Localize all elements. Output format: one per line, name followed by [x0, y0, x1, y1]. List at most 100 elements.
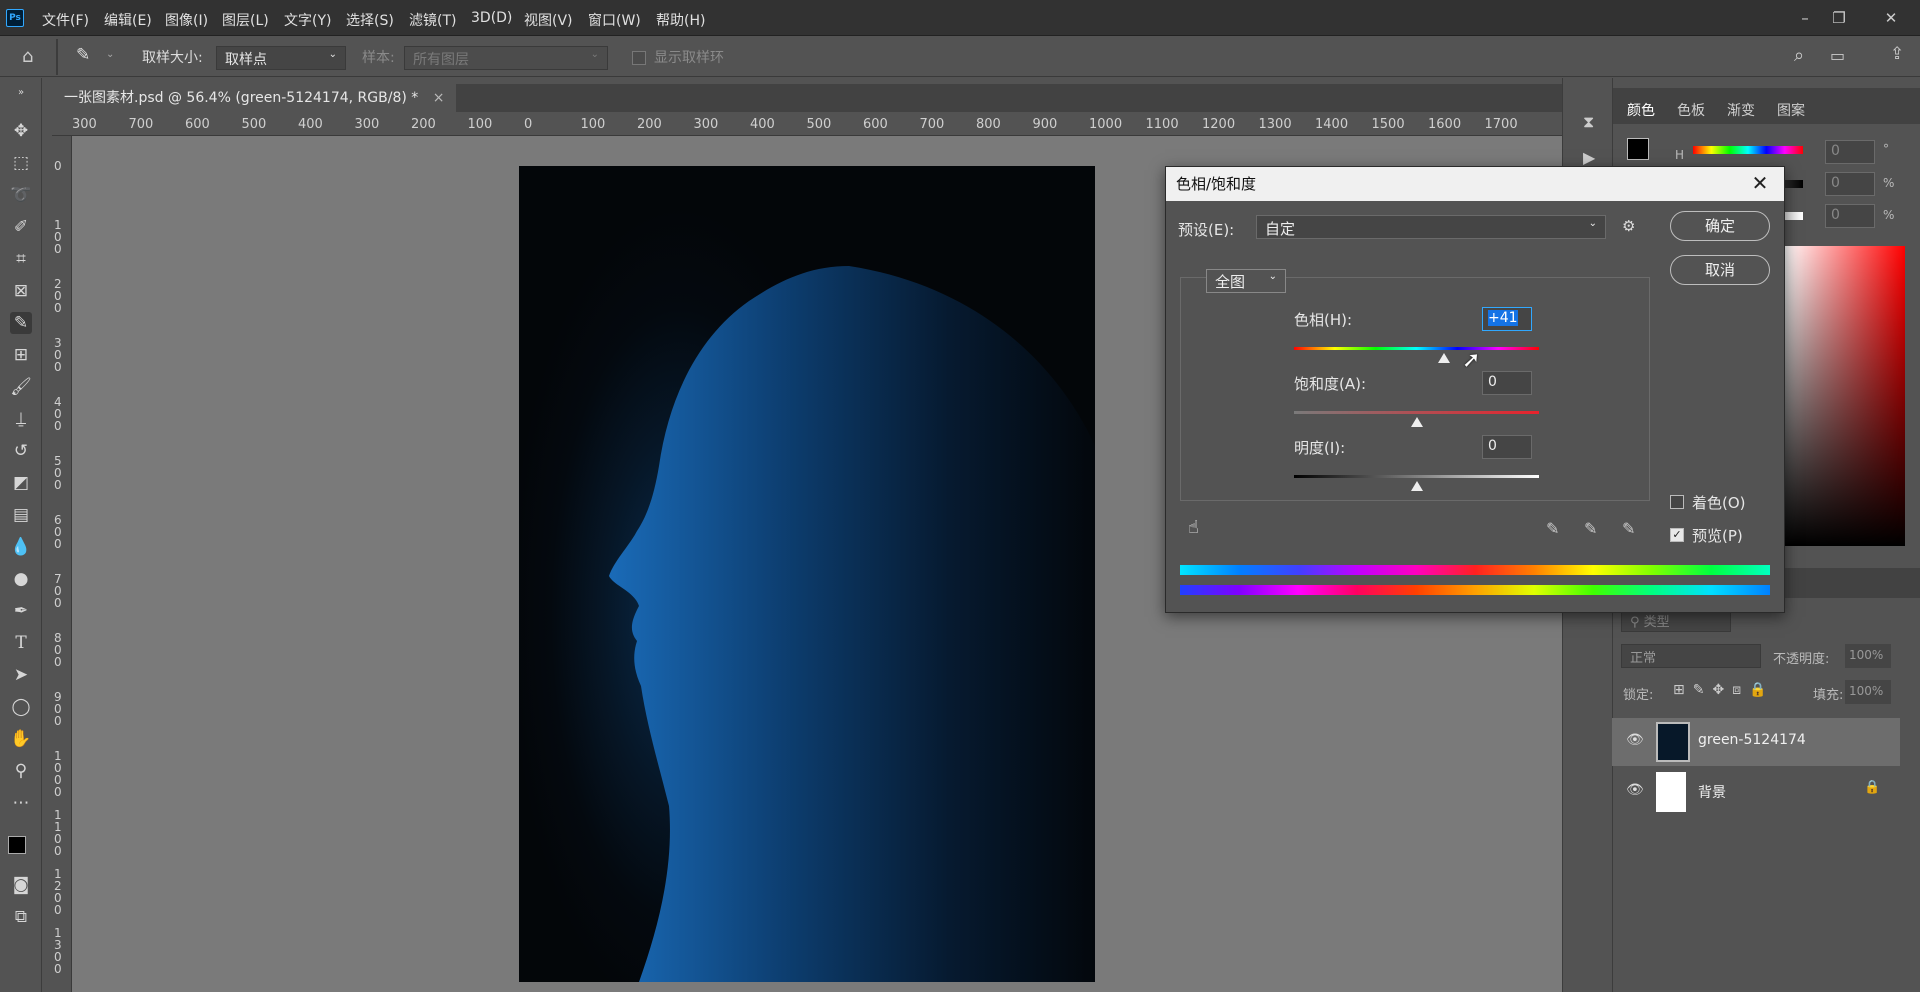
tab-close-icon[interactable]: × — [433, 90, 445, 106]
tab-gradients[interactable]: 渐变 — [1727, 100, 1755, 120]
restore-icon[interactable]: ❐ — [1822, 6, 1856, 30]
saturation-slider-thumb[interactable] — [1410, 417, 1423, 427]
saturation-input[interactable]: 0 — [1482, 371, 1532, 395]
visibility-eye-icon[interactable]: 👁 — [1626, 782, 1644, 798]
menu-window[interactable]: 窗口(W) — [588, 10, 641, 30]
lightness-slider-thumb[interactable] — [1410, 481, 1423, 491]
history-panel-icon[interactable]: ⧗ — [1583, 112, 1594, 132]
saturation-slider-track[interactable] — [1294, 411, 1539, 414]
opacity-input[interactable]: 100% — [1845, 644, 1891, 668]
show-ring-label: 显示取样环 — [654, 50, 724, 66]
share-icon[interactable]: ⇪ — [1890, 44, 1904, 64]
color-field[interactable] — [1785, 246, 1905, 546]
type-tool-icon[interactable]: T — [10, 632, 32, 654]
b-value[interactable]: 0 — [1825, 204, 1875, 228]
menu-layer[interactable]: 图层(L) — [222, 10, 269, 30]
collapse-arrows-icon[interactable]: » — [10, 82, 32, 104]
eyedropper-tool-icon[interactable]: ✎ — [76, 45, 104, 69]
preset-value: 自定 — [1265, 220, 1296, 238]
ellipse-tool-icon[interactable]: ◯ — [10, 696, 32, 718]
dialog-close-icon[interactable]: ✕ — [1748, 171, 1772, 195]
colorize-checkbox[interactable] — [1670, 495, 1684, 509]
eyedropper-minus-icon[interactable]: ✎ — [1622, 519, 1635, 538]
eraser-tool-icon[interactable]: ◩ — [10, 472, 32, 494]
preview-checkbox[interactable]: ✓ — [1670, 528, 1684, 542]
layer-row-background[interactable]: 👁 背景 🔒 — [1612, 768, 1900, 816]
fg-swatch[interactable] — [1627, 138, 1649, 160]
menu-filter[interactable]: 滤镜(T) — [409, 10, 456, 30]
lightness-input[interactable]: 0 — [1482, 435, 1532, 459]
frame-tool-icon[interactable]: ⊠ — [10, 280, 32, 302]
blend-mode-select[interactable]: 正常 — [1621, 644, 1761, 668]
healing-tool-icon[interactable]: ⊞ — [10, 344, 32, 366]
screen-mode-icon[interactable]: ⧉ — [10, 906, 32, 928]
preset-select[interactable]: 自定 ⌄ — [1256, 215, 1606, 239]
h-value[interactable]: 0 — [1825, 140, 1875, 164]
sample-size-select[interactable]: 取样点 ⌄ — [216, 46, 346, 70]
lasso-tool-icon[interactable]: ➰ — [10, 184, 32, 206]
ruler-tick-label: 1200 — [1202, 117, 1236, 132]
zoom-tool-icon[interactable]: ⚲ — [10, 760, 32, 782]
hue-input[interactable]: +41 — [1482, 307, 1532, 331]
document-tab[interactable]: 一张图素材.psd @ 56.4% (green-5124174, RGB/8)… — [52, 84, 457, 112]
hue-slider-track[interactable] — [1294, 347, 1539, 350]
document-image[interactable] — [519, 166, 1095, 982]
lightness-slider-track[interactable] — [1294, 475, 1539, 478]
quick-select-tool-icon[interactable]: ✐ — [10, 216, 32, 238]
opacity-label: 不透明度: — [1773, 652, 1830, 667]
ruler-tick-label: 100 — [580, 117, 606, 132]
document-title: 一张图素材.psd @ 56.4% (green-5124174, RGB/8)… — [64, 90, 419, 106]
lock-icons[interactable]: ⊞✎✥⧈🔒 — [1673, 682, 1775, 698]
targeted-adjust-hand-icon[interactable]: ☝ — [1188, 517, 1199, 538]
eyedropper-tool-icon[interactable]: ✎ — [10, 312, 32, 334]
vertical-ruler: 0 100 200 300 400 500 600 700 800 900 1000 1100 1200… — [52, 136, 72, 992]
marquee-tool-icon[interactable]: ⬚ — [10, 152, 32, 174]
more-tools-icon[interactable]: ⋯ — [10, 792, 32, 814]
hue-bar[interactable] — [1693, 146, 1803, 154]
menu-help[interactable]: 帮助(H) — [656, 10, 705, 30]
hand-tool-icon[interactable]: ✋ — [10, 728, 32, 750]
home-icon[interactable]: ⌂ — [22, 46, 46, 68]
search-icon[interactable]: ⌕ — [1794, 45, 1804, 66]
minimize-icon[interactable]: – — [1788, 6, 1822, 30]
history-brush-icon[interactable]: ↺ — [10, 440, 32, 462]
close-icon[interactable]: ✕ — [1874, 6, 1908, 30]
channel-select[interactable]: 全图 ⌄ — [1206, 269, 1286, 293]
foreground-color-swatch[interactable] — [8, 836, 26, 854]
s-value[interactable]: 0 — [1825, 172, 1875, 196]
settings-gear-icon[interactable]: ⚙ — [1622, 217, 1635, 235]
layer-row-green[interactable]: 👁 green-5124174 — [1612, 718, 1900, 766]
menu-select[interactable]: 选择(S) — [346, 10, 394, 30]
gradient-tool-icon[interactable]: ▤ — [10, 504, 32, 526]
fill-input[interactable]: 100% — [1845, 680, 1891, 704]
blur-tool-icon[interactable]: 💧 — [10, 536, 32, 558]
menu-view[interactable]: 视图(V) — [524, 10, 573, 30]
chevron-down-icon[interactable]: ⌄ — [106, 49, 114, 60]
menu-file[interactable]: 文件(F) — [42, 10, 89, 30]
dodge-tool-icon[interactable]: ● — [10, 568, 32, 590]
workspace-icon[interactable]: ▭ — [1830, 46, 1845, 65]
cancel-button[interactable]: 取消 — [1670, 255, 1770, 285]
eyedropper-icon[interactable]: ✎ — [1546, 519, 1559, 538]
crop-tool-icon[interactable]: ⌗ — [10, 248, 32, 270]
menu-edit[interactable]: 编辑(E) — [104, 10, 152, 30]
tab-swatches[interactable]: 色板 — [1677, 100, 1705, 120]
ok-button[interactable]: 确定 — [1670, 211, 1770, 241]
visibility-eye-icon[interactable]: 👁 — [1626, 732, 1644, 748]
menu-3d[interactable]: 3D(D) — [471, 10, 512, 26]
eyedropper-plus-icon[interactable]: ✎ — [1584, 519, 1597, 538]
pen-tool-icon[interactable]: ✒ — [10, 600, 32, 622]
hue-slider-thumb[interactable] — [1438, 353, 1451, 363]
move-tool-icon[interactable]: ✥ — [10, 120, 32, 142]
tab-color[interactable]: 颜色 — [1627, 100, 1655, 120]
quick-mask-icon[interactable]: ◙ — [10, 874, 32, 896]
brush-tool-icon[interactable]: 🖌 — [10, 376, 32, 398]
menu-image[interactable]: 图像(I) — [165, 10, 208, 30]
stamp-tool-icon[interactable]: ⍊ — [10, 408, 32, 430]
layer-name: 背景 — [1698, 785, 1726, 801]
layer-thumbnail — [1656, 772, 1686, 812]
menu-type[interactable]: 文字(Y) — [284, 10, 331, 30]
path-select-icon[interactable]: ➤ — [10, 664, 32, 686]
actions-play-icon[interactable]: ▶ — [1583, 148, 1595, 167]
tab-patterns[interactable]: 图案 — [1777, 100, 1805, 120]
